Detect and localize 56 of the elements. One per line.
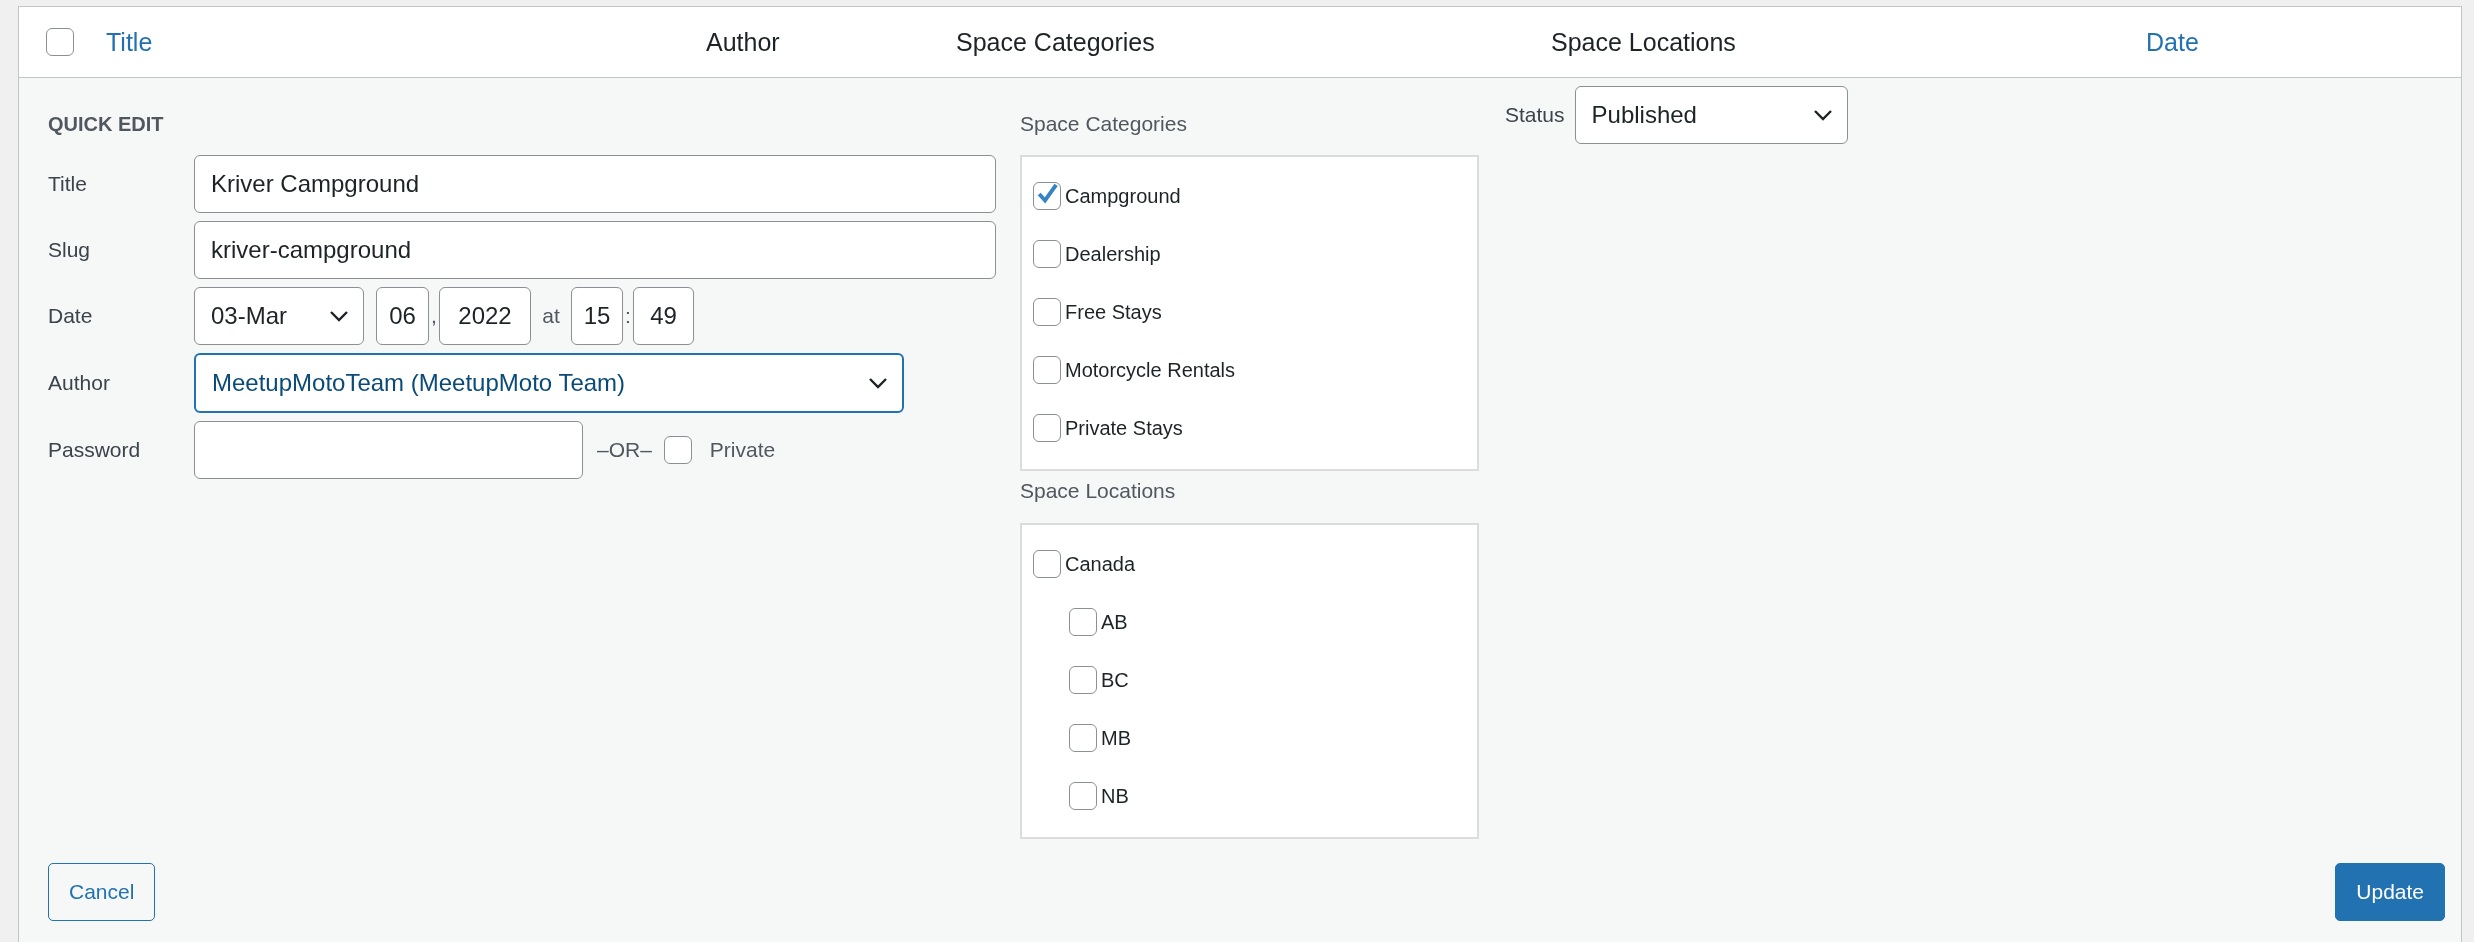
field-label: Space Locations [1020,478,1177,503]
field-label: Title [48,172,88,196]
checkbox[interactable] [46,28,74,56]
checkbox[interactable] [663,436,692,464]
checkbox-label: Free Stays [1065,300,1162,324]
checkbox-label: Private [709,438,776,462]
section-heading: QUICK EDIT [48,112,165,136]
at-text: at [541,304,561,328]
checkbox[interactable] [1069,608,1097,636]
year-field[interactable]: 2022 [439,287,531,345]
column-header: Space Locations [1551,27,1736,56]
separator-text: , [430,304,438,328]
password-field[interactable] [194,421,583,479]
checkbox-label: Dealership [1065,242,1161,266]
field-label: Status [1505,103,1565,127]
checkbox[interactable] [1033,240,1061,268]
checkbox[interactable] [1033,414,1061,442]
field-label: Date [48,304,94,328]
checkbox-label: NB [1101,784,1129,808]
update-button[interactable]: Update [2335,863,2445,921]
slug-field[interactable]: kriver-campground [194,221,996,279]
column-header-link[interactable]: Date [2146,27,2199,56]
checkbox-label: Canada [1065,552,1136,576]
chevron-down-icon [868,377,888,389]
day-field[interactable]: 06 [376,287,429,345]
column-header-link[interactable]: Title [106,27,153,56]
hour-field[interactable]: 15 [571,287,623,345]
checkbox-label: Private Stays [1065,416,1183,440]
title-field[interactable]: Kriver Campground [194,155,996,213]
author-select[interactable]: MeetupMotoTeam (MeetupMoto Team) [194,353,904,413]
checkbox-label: MB [1101,726,1131,750]
field-label: Author [48,371,111,395]
checkbox-label: BC [1101,668,1129,692]
column-header: Space Categories [956,27,1155,56]
field-label: Password [48,438,142,462]
or-text: –OR– [597,438,652,462]
checkbox-label: Motorcycle Rentals [1065,358,1236,382]
checkbox-label: AB [1101,610,1128,634]
chevron-down-icon [329,310,349,322]
field-label: Space Categories [1020,111,1188,136]
chevron-down-icon [1812,109,1833,121]
status-select[interactable]: Published [1574,86,1848,144]
separator-text: : [624,304,632,328]
checkbox[interactable] [1033,298,1061,326]
checkbox[interactable] [1033,356,1061,384]
field-label: Slug [48,238,92,262]
checkbox[interactable] [1069,782,1097,810]
checkbox[interactable] [1033,182,1061,210]
checkbox[interactable] [1033,550,1061,578]
checkbox[interactable] [1069,724,1097,752]
cancel-button[interactable]: Cancel [48,863,156,921]
month-select[interactable]: 03-Mar [194,287,364,345]
minute-field[interactable]: 49 [633,287,694,345]
checkbox-label: Campground [1065,184,1181,208]
column-header: Author [706,27,780,56]
checkbox[interactable] [1069,666,1097,694]
